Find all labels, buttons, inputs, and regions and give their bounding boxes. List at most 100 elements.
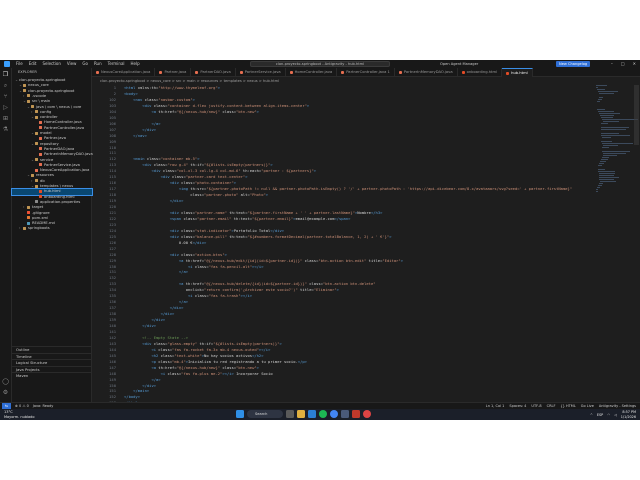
tray-chevron-icon[interactable]: ^ <box>590 413 593 417</box>
file-type-icon <box>195 71 199 74</box>
volume-icon[interactable]: ◁ <box>614 413 617 417</box>
file-type-icon <box>239 71 243 74</box>
folder-icon <box>35 142 38 146</box>
menu-go[interactable]: Go <box>82 60 88 68</box>
testing-icon[interactable]: ⚗ <box>2 126 9 133</box>
vscode-icon[interactable] <box>308 410 316 418</box>
menu-view[interactable]: View <box>67 60 77 68</box>
tree-item-label: target <box>32 205 44 210</box>
command-center-search[interactable]: clon-proyecto-springboot - Antigravity -… <box>250 61 390 67</box>
explorer-icon[interactable]: ❐ <box>2 71 9 78</box>
minimap-line <box>603 145 619 146</box>
editor-tab[interactable]: PartnerInMemoryDAO.java <box>395 68 458 77</box>
folder-icon <box>27 94 30 98</box>
minimap-line <box>596 189 598 190</box>
tree-item-label: onboarding.html <box>44 194 75 199</box>
start-icon[interactable] <box>236 410 244 418</box>
minimap-line <box>602 119 638 120</box>
editor-tab[interactable]: HomeController.java <box>286 68 338 77</box>
tab-label: PartnerDAO.java <box>200 70 231 74</box>
settings-gear-icon[interactable]: ⚙ <box>2 389 9 396</box>
folder-icon <box>31 105 34 108</box>
antigravity-icon[interactable] <box>341 410 349 418</box>
minimap-line <box>601 129 626 130</box>
menu-selection[interactable]: Selection <box>42 60 60 68</box>
tree-item-label: src \ main <box>32 99 51 104</box>
tree-item-label: NexusCoreApplication.java <box>40 168 90 173</box>
minimap-line <box>601 159 608 160</box>
minimap-line <box>598 165 602 166</box>
java-file-icon <box>39 120 42 124</box>
spotify-icon[interactable] <box>319 410 327 418</box>
minimize-icon[interactable]: – <box>611 60 613 68</box>
menu-terminal[interactable]: Terminal <box>108 60 125 68</box>
minimap-line <box>602 137 611 138</box>
opera-icon[interactable] <box>363 410 371 418</box>
tree-item-label: db <box>40 178 45 183</box>
file-type-icon <box>341 71 345 74</box>
markdown-file-icon <box>27 221 30 225</box>
minimap-line <box>597 101 600 102</box>
minimap-line <box>598 169 605 170</box>
new-changelog-button[interactable]: New Changelog <box>556 61 591 67</box>
clock-date: 1/1/2026 <box>620 414 636 419</box>
editor-tab[interactable]: NexusCoreApplication.java <box>92 68 156 77</box>
language-indicator[interactable]: ESP <box>597 413 603 417</box>
task-view-icon[interactable] <box>286 410 294 418</box>
tree-item-label: PartnerDAO.java <box>44 146 75 151</box>
tab-label: Partner.java <box>164 70 187 74</box>
file-type-icon <box>159 71 163 74</box>
editor-tab[interactable]: Partner.java <box>155 68 192 77</box>
extensions-icon[interactable]: ⊞ <box>2 115 9 122</box>
search-icon[interactable]: ⌕ <box>2 82 9 89</box>
wifi-icon[interactable]: ◠ <box>607 413 610 417</box>
editor-scrollbar[interactable] <box>634 85 639 145</box>
editor-tab[interactable]: onboarding.html <box>458 68 503 77</box>
maximize-icon[interactable]: □ <box>621 60 625 68</box>
close-icon[interactable]: ✕ <box>633 60 636 68</box>
open-agent-manager-button[interactable]: Open Agent Manager <box>440 60 478 68</box>
settings-file-icon <box>35 200 38 204</box>
file-type-icon <box>506 71 510 75</box>
menu-edit[interactable]: Edit <box>29 60 37 68</box>
code-editor[interactable]: 1 <html xmlns:th="http://www.thymeleaf.or… <box>92 85 592 405</box>
tree-item-label: PartnerService.java <box>44 162 80 167</box>
clock[interactable]: 8:57 PM 1/1/2026 <box>621 410 636 419</box>
maven-panel[interactable]: Maven <box>12 372 92 379</box>
title-bar: File Edit Selection View Go Run Terminal… <box>0 60 640 68</box>
editor-tab[interactable]: PartnerController.java 1 <box>337 68 395 77</box>
editor-tab[interactable]: PartnerDAO.java <box>191 68 236 77</box>
menu-file[interactable]: File <box>16 60 23 68</box>
folder-icon <box>23 83 26 87</box>
tab-label: PartnerInMemoryDAO.java <box>403 70 453 74</box>
minimap-line <box>603 155 617 156</box>
breadcrumb[interactable]: clon-proyecto-springboot > nexus_core > … <box>100 78 279 84</box>
menu-help[interactable]: Help <box>131 60 140 68</box>
minimap[interactable] <box>596 85 638 192</box>
tree-item[interactable]: › springboots <box>12 226 92 231</box>
tree-item-label: .vscode <box>32 93 47 98</box>
source-control-icon[interactable]: ⑂ <box>2 93 9 100</box>
minimap-line <box>597 109 606 110</box>
menu-run[interactable]: Run <box>94 60 102 68</box>
minimap-line <box>598 185 602 186</box>
minimap-line <box>602 157 609 158</box>
minimap-line <box>602 143 633 144</box>
tab-label: HomeController.java <box>294 70 333 74</box>
app-icon[interactable] <box>352 410 360 418</box>
editor-tab[interactable]: PartnerService.java <box>236 68 286 77</box>
account-icon[interactable]: ◯ <box>2 378 9 385</box>
taskbar-search[interactable]: Search <box>247 410 283 418</box>
explorer-sidebar: Explorer ⌄clon-proyecto-springboot ⌄ nexus… <box>11 68 93 402</box>
file-explorer-icon[interactable] <box>297 410 305 418</box>
minimap-line <box>601 135 631 136</box>
tree-item-label: config <box>40 109 52 114</box>
tab-label: PartnerController.java 1 <box>346 70 390 74</box>
minimap-line <box>600 181 617 182</box>
editor-tab[interactable]: hub.html <box>502 68 533 77</box>
weather-widget[interactable]: 13°C Mayorm. nublado <box>4 410 35 419</box>
run-debug-icon[interactable]: ▷ <box>2 104 9 111</box>
tab-label: hub.html <box>511 70 528 75</box>
chrome-icon[interactable] <box>330 410 338 418</box>
minimap-line <box>599 177 619 178</box>
